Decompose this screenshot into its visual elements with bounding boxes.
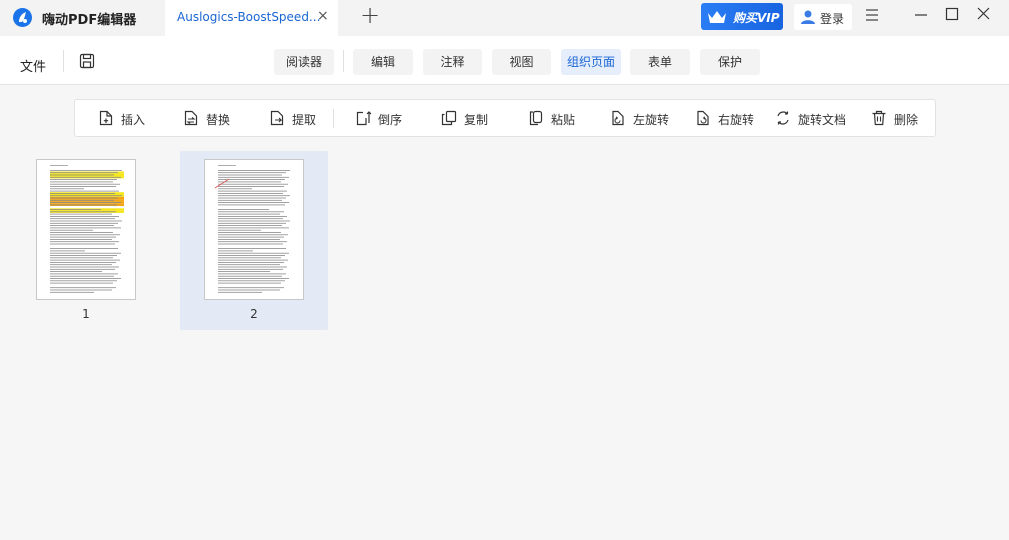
window-close-icon[interactable] [976,6,991,21]
page-grid: 1 2 [0,138,1009,540]
page-number: 2 [250,307,258,321]
divider [333,109,334,128]
delete-label: 删除 [894,113,919,127]
rotate-right-icon [697,110,709,126]
copy-icon [441,110,457,126]
delete-icon [872,110,886,126]
menu-bar: 文件 阅读器 编辑 注释 视图 组织页面 表单 保护 [0,36,1009,85]
rotate-left-label: 左旋转 [633,113,670,127]
maximize-icon[interactable] [945,7,959,21]
hamburger-menu-icon[interactable] [864,7,880,23]
tab-reader[interactable]: 阅读器 [274,49,334,75]
rotate-document-label: 旋转文档 [798,113,847,127]
organize-toolbar: 插入 替换 提取 倒序 复制 粘贴 左旋转 右旋转 旋转文档 删除 [74,99,936,137]
page-thumbnail-2[interactable] [204,159,304,300]
tab-protect[interactable]: 保护 [700,49,760,75]
user-avatar-icon [801,10,815,24]
replace-icon [184,110,198,126]
app-logo-icon [13,8,32,27]
paste-label: 粘贴 [551,113,576,127]
page-content-preview [214,165,290,293]
page-thumbnail-card[interactable]: 2 [180,151,328,330]
divider [63,50,64,72]
paste-icon [529,110,543,126]
rotate-left-icon [612,110,624,126]
title-bar: 嗨动PDF编辑器 Auslogics-BoostSpeed... × + 购买V… [0,0,1009,36]
tab-edit[interactable]: 编辑 [353,49,413,75]
copy-label: 复制 [464,113,489,127]
buy-vip-button[interactable]: 购买VIP [701,3,783,30]
login-label: 登录 [820,12,845,26]
replace-label: 替换 [206,113,231,127]
insert-label: 插入 [121,113,146,127]
page-number: 1 [82,307,90,321]
file-menu[interactable]: 文件 [20,56,46,75]
reverse-icon [356,111,372,126]
tab-view[interactable]: 视图 [492,49,551,75]
rotate-document-icon [777,111,789,125]
document-tab-label: Auslogics-BoostSpeed... [177,10,321,24]
tab-annotate[interactable]: 注释 [423,49,482,75]
login-button[interactable]: 登录 [794,4,852,30]
insert-icon [99,110,113,126]
extract-label: 提取 [292,113,317,127]
close-tab-icon[interactable]: × [317,8,329,24]
app-title: 嗨动PDF编辑器 [42,13,137,28]
page-content-preview [50,165,124,293]
crown-icon [708,11,726,23]
tab-forms[interactable]: 表单 [630,49,690,75]
save-icon[interactable] [79,53,95,69]
minimize-icon[interactable] [914,7,928,21]
page-thumbnail-1[interactable] [36,159,136,300]
rotate-right-label: 右旋转 [718,113,755,127]
page-thumbnail-card[interactable]: 1 [12,151,160,330]
divider [343,50,344,72]
buy-vip-label: 购买VIP [733,11,780,25]
new-tab-button[interactable]: + [360,3,380,27]
document-tab[interactable]: Auslogics-BoostSpeed... × [165,0,338,36]
reverse-label: 倒序 [378,113,403,127]
tab-organize-pages[interactable]: 组织页面 [561,49,621,75]
extract-icon [270,110,284,126]
